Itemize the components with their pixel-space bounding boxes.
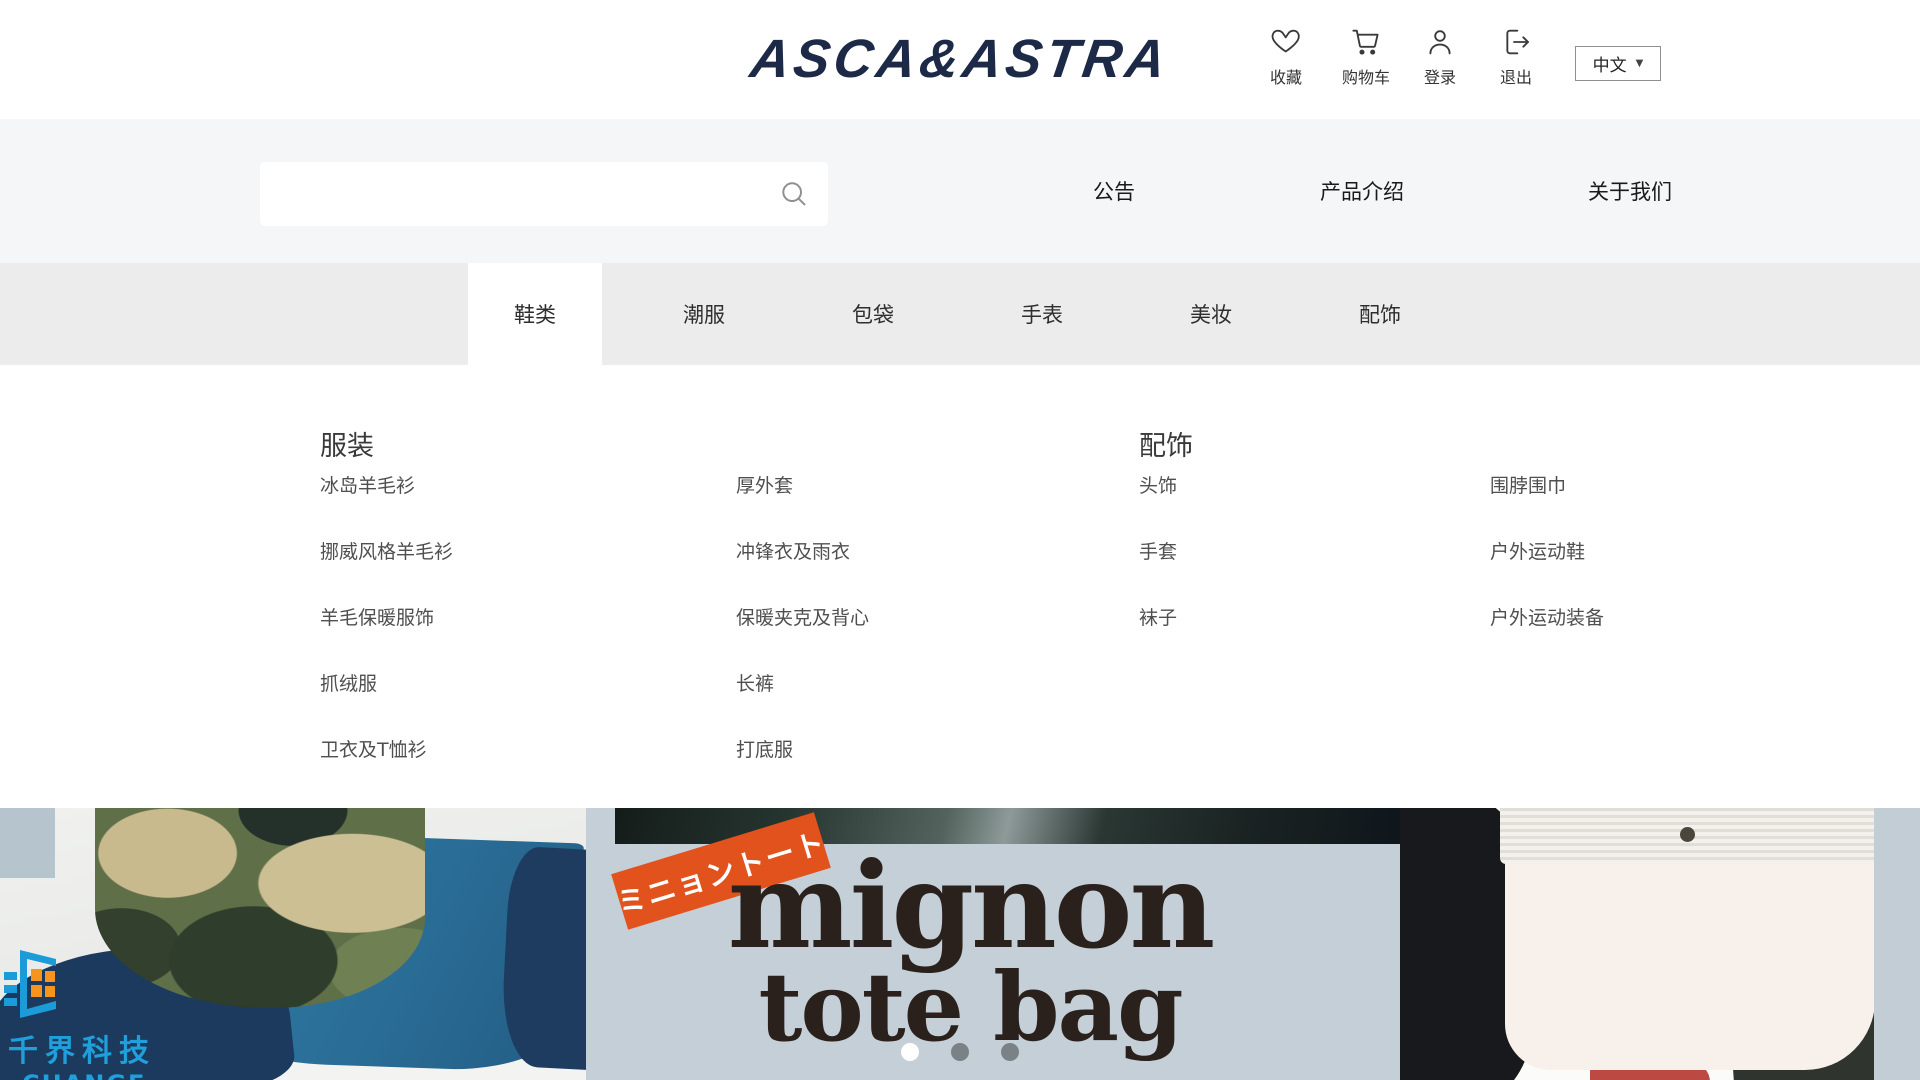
cart-button[interactable]: 购物车 bbox=[1328, 26, 1404, 88]
cart-label: 购物车 bbox=[1342, 64, 1390, 88]
menu-item[interactable]: 围脖围巾 bbox=[1490, 473, 1566, 499]
carousel-slide-right-photo bbox=[1400, 808, 1874, 1080]
photo-navy-fold bbox=[499, 846, 586, 1071]
menu-item[interactable]: 户外运动装备 bbox=[1490, 605, 1604, 631]
menu-item[interactable]: 头饰 bbox=[1139, 473, 1177, 499]
menu-item[interactable]: 保暖夹克及背心 bbox=[736, 605, 869, 631]
carousel-slide-mignon: ミニョントート mignon tote bag bbox=[586, 808, 1400, 1080]
login-button[interactable]: 登录 bbox=[1402, 26, 1478, 88]
menu-item[interactable]: 袜子 bbox=[1139, 605, 1177, 631]
hero-carousel[interactable]: ミニョントート mignon tote bag 千界科技 bbox=[0, 808, 1920, 1080]
search-box bbox=[260, 162, 828, 226]
carousel-dot-1[interactable] bbox=[901, 1043, 919, 1061]
tab-watches[interactable]: 手表 bbox=[975, 263, 1109, 365]
menu-item[interactable]: 卫衣及T恤衫 bbox=[320, 737, 427, 763]
carousel-dots bbox=[0, 1043, 1920, 1063]
language-selector[interactable]: 中文 ▼ bbox=[1575, 46, 1661, 81]
search-icon bbox=[778, 178, 810, 210]
menu-item[interactable]: 户外运动鞋 bbox=[1490, 539, 1585, 565]
menu-item[interactable]: 挪威风格羊毛衫 bbox=[320, 539, 453, 565]
header: ASCA&ASTRA 收藏 购物车 登录 退出 中文 ▼ bbox=[0, 0, 1920, 119]
cart-icon bbox=[1350, 26, 1382, 58]
watermark-logo-icon bbox=[0, 948, 64, 1022]
category-nav: 鞋类 潮服 包袋 手表 美妆 配饰 bbox=[0, 263, 1920, 365]
menu-section-accessories: 配饰 bbox=[1139, 424, 1193, 463]
nav-link-about[interactable]: 关于我们 bbox=[1588, 119, 1672, 263]
photo-white-tote-bag bbox=[1505, 858, 1874, 1070]
brand-logo[interactable]: ASCA&ASTRA bbox=[747, 28, 1174, 90]
tab-shoes[interactable]: 鞋类 bbox=[468, 263, 602, 365]
language-selected: 中文 bbox=[1593, 51, 1627, 76]
favorites-label: 收藏 bbox=[1270, 64, 1302, 88]
menu-item[interactable]: 羊毛保暖服饰 bbox=[320, 605, 434, 631]
nav-link-announcements[interactable]: 公告 bbox=[1093, 119, 1135, 263]
banner-headline-line2: tote bag bbox=[728, 962, 1212, 1054]
heart-icon bbox=[1270, 26, 1302, 58]
search-input[interactable] bbox=[282, 162, 766, 228]
mega-menu-panel: 服装 配饰 冰岛羊毛衫 挪威风格羊毛衫 羊毛保暖服饰 抓绒服 卫衣及T恤衫 厚外… bbox=[0, 365, 1920, 808]
tab-accessories[interactable]: 配饰 bbox=[1313, 263, 1447, 365]
menu-item[interactable]: 手套 bbox=[1139, 539, 1177, 565]
subheader: 公告 产品介绍 关于我们 bbox=[0, 119, 1920, 263]
favorites-button[interactable]: 收藏 bbox=[1248, 26, 1324, 88]
carousel-edge-gap bbox=[1874, 808, 1920, 1080]
menu-item[interactable]: 抓绒服 bbox=[320, 671, 377, 697]
watermark: 千界科技 –CHANGE– bbox=[0, 948, 200, 1080]
photo-tote-bag-snap-button bbox=[1680, 827, 1695, 842]
user-icon bbox=[1424, 26, 1456, 58]
logout-icon bbox=[1500, 26, 1532, 58]
banner-headline: mignon tote bag bbox=[728, 850, 1212, 1054]
search-button[interactable] bbox=[778, 178, 810, 210]
tab-streetwear[interactable]: 潮服 bbox=[637, 263, 771, 365]
nav-link-products[interactable]: 产品介绍 bbox=[1320, 119, 1404, 263]
carousel-dot-2[interactable] bbox=[951, 1043, 969, 1061]
banner-headline-line1: mignon bbox=[728, 850, 1212, 962]
menu-item[interactable]: 打底服 bbox=[736, 737, 793, 763]
tab-beauty[interactable]: 美妆 bbox=[1144, 263, 1278, 365]
menu-item[interactable]: 冰岛羊毛衫 bbox=[320, 473, 415, 499]
watermark-subtitle: –CHANGE– bbox=[8, 1070, 200, 1080]
photo-wall-shadow bbox=[0, 808, 55, 878]
menu-item[interactable]: 冲锋衣及雨衣 bbox=[736, 539, 850, 565]
menu-item[interactable]: 厚外套 bbox=[736, 473, 793, 499]
login-label: 登录 bbox=[1424, 64, 1456, 88]
logout-label: 退出 bbox=[1500, 64, 1532, 88]
logout-button[interactable]: 退出 bbox=[1478, 26, 1554, 88]
watermark-name: 千界科技 bbox=[8, 1026, 200, 1070]
menu-section-clothing: 服装 bbox=[320, 424, 374, 463]
carousel-dot-3[interactable] bbox=[1001, 1043, 1019, 1061]
tab-bags[interactable]: 包袋 bbox=[806, 263, 940, 365]
menu-item[interactable]: 长裤 bbox=[736, 671, 774, 697]
chevron-down-icon: ▼ bbox=[1636, 58, 1644, 69]
